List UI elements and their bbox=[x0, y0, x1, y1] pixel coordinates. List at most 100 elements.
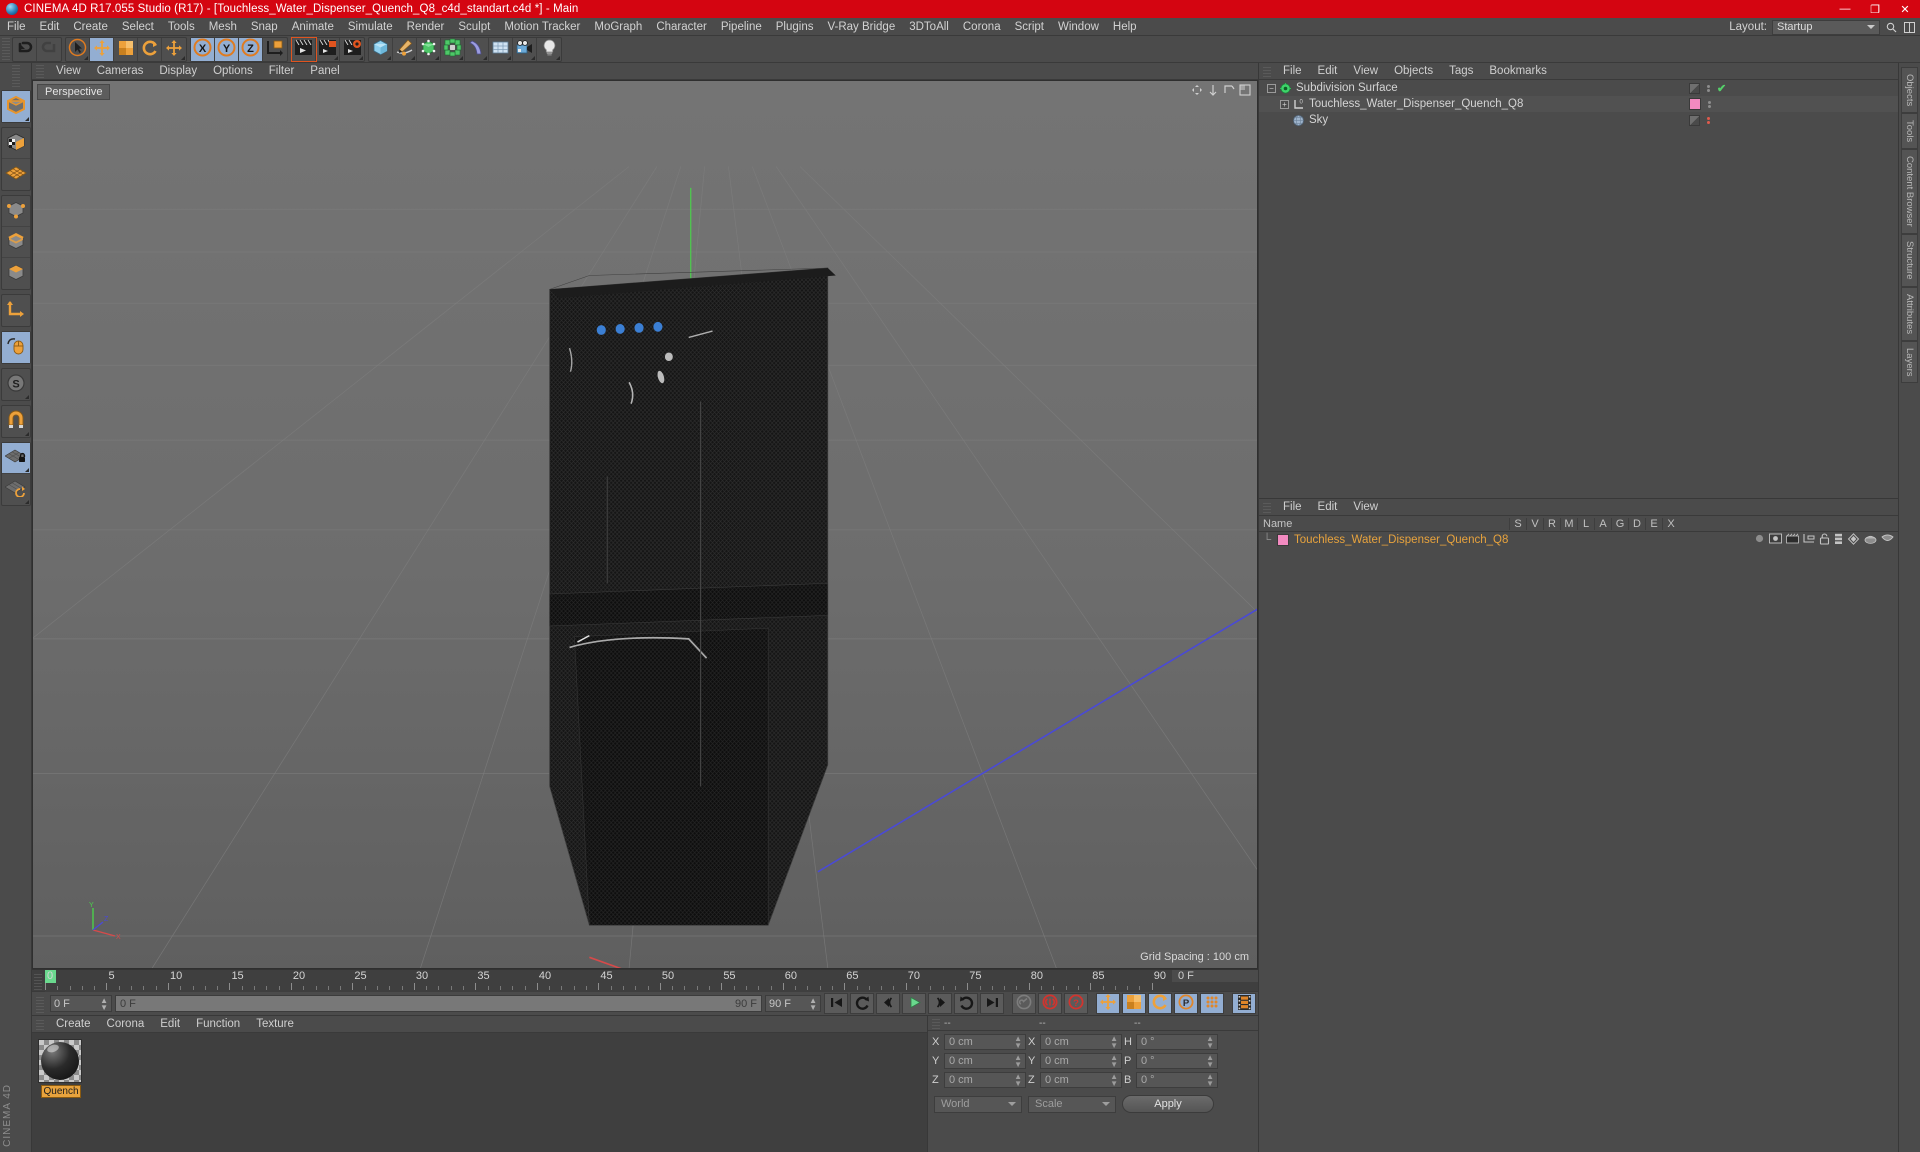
end-frame-input[interactable]: 90 F ▲ ▼ bbox=[765, 995, 821, 1012]
move-alt-button[interactable] bbox=[162, 38, 186, 61]
layer-column-l[interactable]: L bbox=[1577, 517, 1594, 530]
lock-x-button[interactable]: X bbox=[191, 37, 215, 61]
render-region-button[interactable] bbox=[316, 37, 340, 61]
close-button[interactable]: ✕ bbox=[1890, 0, 1920, 18]
add-array-button[interactable] bbox=[441, 37, 465, 61]
object-menu-tags[interactable]: Tags bbox=[1441, 65, 1481, 77]
planar-workplane-button[interactable] bbox=[2, 474, 30, 505]
object-menu-edit[interactable]: Edit bbox=[1310, 65, 1346, 77]
layer-menu-edit[interactable]: Edit bbox=[1310, 501, 1346, 513]
lm-g-icon[interactable] bbox=[1847, 532, 1860, 548]
autokeying-button[interactable] bbox=[1038, 993, 1062, 1014]
lock-workplane-button[interactable] bbox=[1, 443, 30, 474]
submenu-corner-icon[interactable] bbox=[411, 55, 415, 60]
maximize-view-icon[interactable] bbox=[1239, 84, 1251, 99]
rotation-field[interactable]: 0 ° ▲ ▼ bbox=[1136, 1053, 1218, 1069]
layer-column-x[interactable]: X bbox=[1662, 517, 1679, 530]
timeline-grip[interactable] bbox=[34, 972, 42, 990]
timeline-filmstrip-button[interactable] bbox=[1232, 993, 1256, 1014]
menu-pipeline[interactable]: Pipeline bbox=[714, 18, 769, 36]
lm-m-icon[interactable] bbox=[1803, 533, 1815, 547]
visibility-dots[interactable] bbox=[1707, 116, 1710, 124]
submenu-corner-icon[interactable] bbox=[435, 55, 439, 60]
object-menu-file[interactable]: File bbox=[1275, 65, 1310, 77]
goto-end-button[interactable] bbox=[980, 993, 1004, 1014]
lm-e-icon[interactable] bbox=[1881, 534, 1894, 547]
object-row[interactable]: − Subdivision Surface ✔ bbox=[1259, 80, 1898, 96]
lm-v-icon[interactable] bbox=[1769, 533, 1782, 547]
rotate-tool-button[interactable] bbox=[138, 37, 162, 61]
scale-key-button[interactable] bbox=[1122, 993, 1146, 1014]
step-forward-button[interactable] bbox=[928, 993, 952, 1014]
size-field[interactable]: 0 cm ▲ ▼ bbox=[1040, 1034, 1122, 1050]
apply-button[interactable]: Apply bbox=[1122, 1095, 1214, 1113]
submenu-corner-icon[interactable] bbox=[531, 55, 535, 60]
step-back-button[interactable] bbox=[876, 993, 900, 1014]
lock-z-button[interactable]: Z bbox=[239, 37, 263, 61]
layer-column-m[interactable]: M bbox=[1560, 517, 1577, 530]
redo-button[interactable] bbox=[37, 38, 61, 61]
layer-column-g[interactable]: G bbox=[1611, 517, 1628, 530]
vertical-tab-content-browser[interactable]: Content Browser bbox=[1901, 149, 1918, 235]
current-frame-input[interactable]: 0 F ▲ ▼ bbox=[50, 995, 112, 1012]
polygon-mode-button[interactable] bbox=[2, 258, 30, 289]
world-object-coord-button[interactable] bbox=[263, 38, 287, 61]
maximize-button[interactable]: ❐ bbox=[1860, 0, 1890, 18]
timeline-ruler[interactable]: 0 5 10 15 20 25 30 35 40 45 50 55 60 65 70 75 80 85 90 0 F bbox=[32, 969, 1258, 992]
position-key-button[interactable] bbox=[1096, 993, 1120, 1014]
menu-animate[interactable]: Animate bbox=[285, 18, 341, 36]
vertical-tab-objects[interactable]: Objects bbox=[1901, 67, 1918, 114]
add-cube-button[interactable] bbox=[369, 37, 393, 61]
viewport-menu-filter[interactable]: Filter bbox=[261, 65, 303, 77]
submenu-corner-icon[interactable] bbox=[24, 468, 29, 472]
menu-snap[interactable]: Snap bbox=[244, 18, 285, 36]
material-menu-edit[interactable]: Edit bbox=[152, 1018, 188, 1030]
rotation-field[interactable]: 0 ° ▲ ▼ bbox=[1136, 1034, 1218, 1050]
object-menu-bookmarks[interactable]: Bookmarks bbox=[1481, 65, 1555, 77]
goto-start-button[interactable] bbox=[824, 993, 848, 1014]
visibility-dots[interactable] bbox=[1707, 84, 1710, 92]
layer-menu-file[interactable]: File bbox=[1275, 501, 1310, 513]
size-mode-dropdown[interactable]: Scale bbox=[1028, 1095, 1116, 1113]
lm-l-icon[interactable] bbox=[1819, 532, 1830, 548]
layer-menu-grip[interactable] bbox=[1263, 501, 1271, 513]
menu-mesh[interactable]: Mesh bbox=[202, 18, 244, 36]
layout-dropdown[interactable]: Startup bbox=[1772, 19, 1880, 35]
vertical-tab-structure[interactable]: Structure bbox=[1901, 234, 1918, 287]
submenu-corner-icon[interactable] bbox=[24, 500, 29, 504]
toolbar-grip[interactable] bbox=[2, 38, 10, 60]
position-field[interactable]: 0 cm ▲ ▼ bbox=[944, 1053, 1026, 1069]
soft-selection-button[interactable]: S bbox=[2, 369, 30, 400]
position-field[interactable]: 0 cm ▲ ▼ bbox=[944, 1072, 1026, 1088]
layer-color-swatch[interactable] bbox=[1277, 534, 1289, 546]
scale-tool-button[interactable] bbox=[114, 37, 138, 61]
minimize-button[interactable]: — bbox=[1830, 0, 1860, 18]
viewport-solo-button[interactable] bbox=[2, 159, 30, 190]
material-menu-texture[interactable]: Texture bbox=[248, 1018, 302, 1030]
material-item[interactable]: Quench bbox=[38, 1039, 84, 1098]
layer-column-v[interactable]: V bbox=[1526, 517, 1543, 530]
rotation-key-button[interactable] bbox=[1148, 993, 1172, 1014]
add-scene-button[interactable] bbox=[489, 37, 513, 61]
vertical-tab-tools[interactable]: Tools bbox=[1901, 113, 1918, 150]
material-menu-function[interactable]: Function bbox=[188, 1018, 248, 1030]
menu-create[interactable]: Create bbox=[66, 18, 115, 36]
add-light-button[interactable] bbox=[537, 38, 561, 61]
render-settings-button[interactable] bbox=[340, 38, 364, 61]
enable-axis-button[interactable] bbox=[1, 332, 30, 363]
menu-render[interactable]: Render bbox=[400, 18, 452, 36]
material-tag[interactable] bbox=[1689, 98, 1701, 110]
submenu-corner-icon[interactable] bbox=[483, 55, 487, 60]
add-camera-button[interactable] bbox=[513, 37, 537, 61]
submenu-corner-icon[interactable] bbox=[84, 55, 88, 60]
material-menu-grip[interactable] bbox=[36, 1018, 44, 1030]
submenu-corner-icon[interactable] bbox=[556, 55, 560, 60]
point-mode-button[interactable] bbox=[1, 196, 30, 227]
perspective-viewport[interactable]: Perspective Y X Z Grid Spacing: 100 cm bbox=[32, 80, 1258, 969]
point-level-anim-button[interactable] bbox=[1200, 993, 1224, 1014]
submenu-corner-icon[interactable] bbox=[359, 55, 363, 60]
param-key-button[interactable]: P bbox=[1174, 993, 1198, 1014]
object-menu-grip[interactable] bbox=[1263, 65, 1271, 77]
vertical-tab-attributes[interactable]: Attributes bbox=[1901, 286, 1918, 341]
undo-button[interactable] bbox=[13, 37, 37, 61]
